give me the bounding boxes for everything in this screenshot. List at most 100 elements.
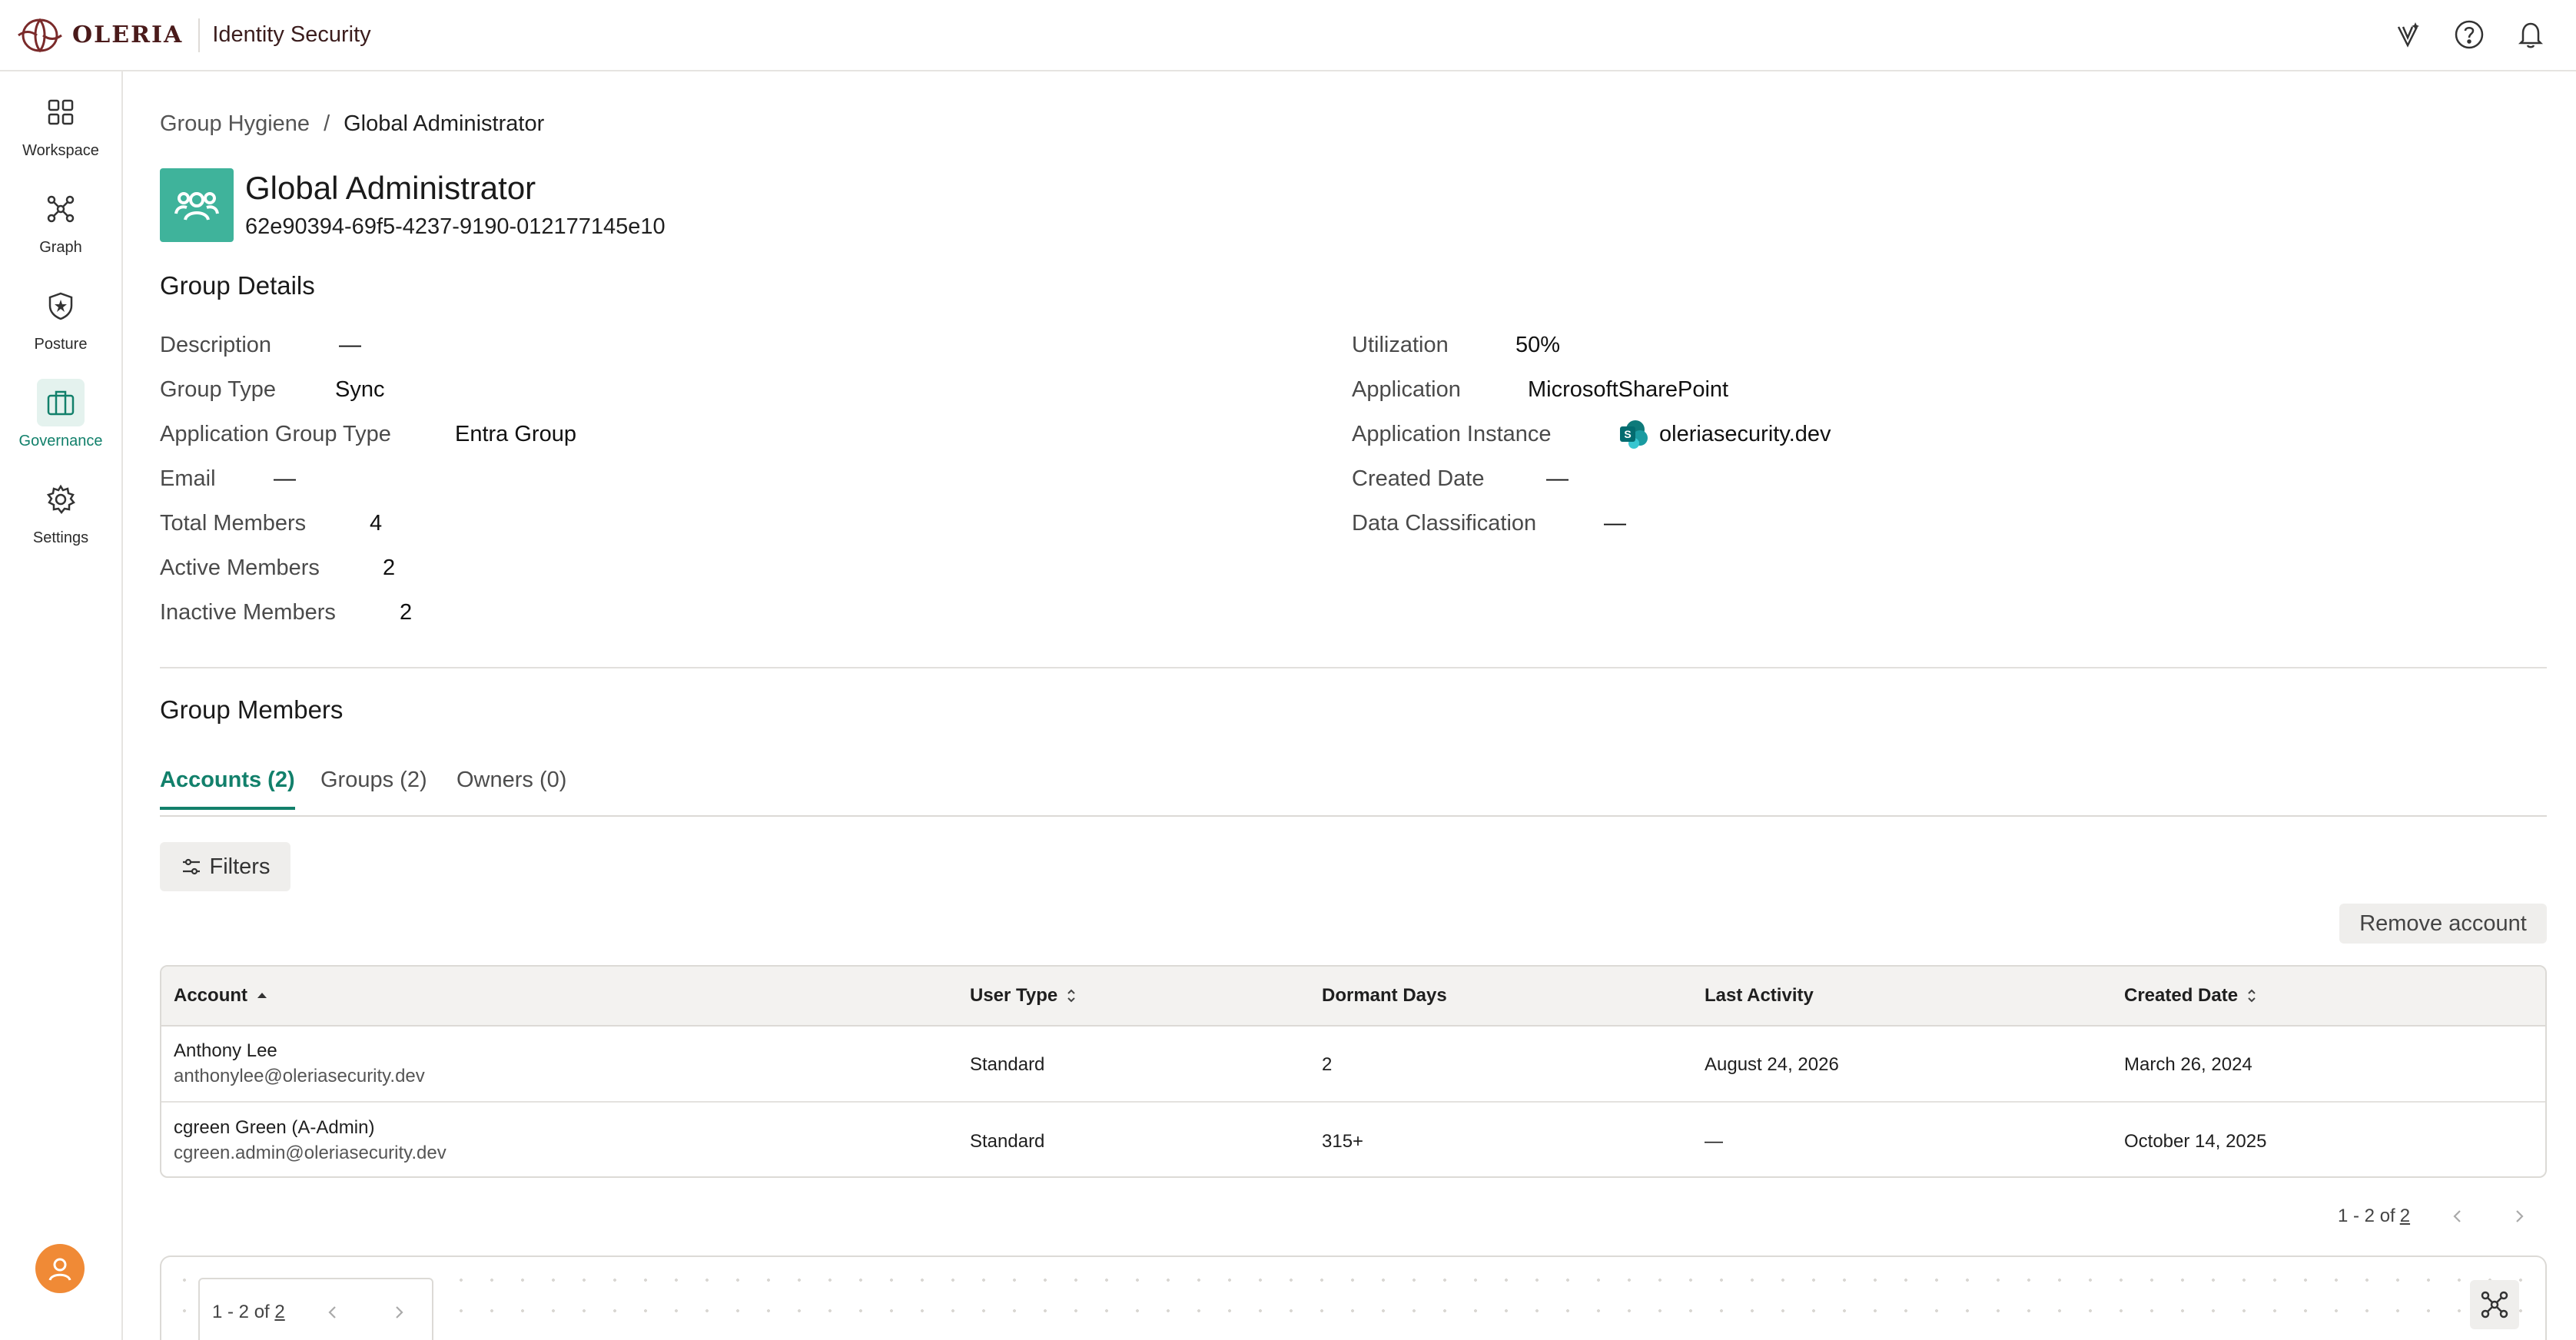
detail-description: Description — <box>160 333 361 358</box>
column-header-account[interactable]: Account <box>174 985 269 1007</box>
top-bar: OLERIA Identity Security <box>0 0 2576 71</box>
help-icon[interactable] <box>2452 17 2487 52</box>
table-row[interactable]: cgreen Green (A-Admin) cgreen.admin@oler… <box>161 1103 2545 1176</box>
table-row[interactable]: Anthony Lee anthonylee@oleriasecurity.de… <box>161 1027 2545 1103</box>
members-tabs: Accounts (2) Groups (2) Owners (0) <box>160 763 2547 817</box>
remove-account-button[interactable]: Remove account <box>2339 904 2547 944</box>
pagination-total[interactable]: 2 <box>2400 1206 2410 1227</box>
pagination-range: 1 - 2 of <box>2338 1206 2395 1226</box>
notifications-bell-icon[interactable] <box>2513 17 2548 52</box>
tab-groups[interactable]: Groups (2) <box>320 768 427 807</box>
detail-group-type: Group Type Sync <box>160 377 384 403</box>
detail-utilization: Utilization 50% <box>1352 333 1560 358</box>
sidebar-item-label: Governance <box>18 433 103 449</box>
detail-label: Active Members <box>160 556 320 580</box>
breadcrumb-current: Global Administrator <box>344 111 545 136</box>
detail-label: Inactive Members <box>160 600 336 625</box>
column-header-dormant-days[interactable]: Dormant Days <box>1322 985 1447 1007</box>
account-email: cgreen.admin@oleriasecurity.dev <box>174 1143 446 1163</box>
graph-view-button[interactable] <box>2470 1280 2519 1329</box>
graph-pagination: 1 - 2 of 2 <box>198 1278 433 1340</box>
column-header-last-activity[interactable]: Last Activity <box>1705 985 1814 1007</box>
detail-application-instance: Application Instance S oleriasecurity.de… <box>1352 419 1831 449</box>
gear-icon <box>37 476 85 523</box>
column-label: Account <box>174 985 247 1006</box>
previous-page-icon[interactable] <box>320 1300 345 1325</box>
column-header-user-type[interactable]: User Type <box>970 985 1077 1007</box>
next-page-icon[interactable] <box>2507 1204 2531 1229</box>
sliders-icon <box>182 858 200 875</box>
sort-icon <box>2248 989 2256 1003</box>
detail-email: Email — <box>160 466 296 492</box>
detail-value: Entra Group <box>455 422 576 446</box>
detail-data-classification: Data Classification — <box>1352 511 1626 536</box>
detail-label: Data Classification <box>1352 511 1537 536</box>
sidebar-item-graph[interactable]: Graph <box>0 185 121 257</box>
detail-application: Application MicrosoftSharePoint <box>1352 377 1728 403</box>
group-avatar-icon <box>160 168 234 242</box>
column-label: User Type <box>970 985 1058 1006</box>
breadcrumb-separator: / <box>324 111 330 136</box>
user-type-cell: Standard <box>970 1131 1045 1152</box>
brand-divider <box>198 18 201 52</box>
pagination-total[interactable]: 2 <box>274 1302 284 1322</box>
sharepoint-icon: S <box>1620 420 1648 449</box>
user-avatar[interactable] <box>35 1244 85 1293</box>
detail-label: Created Date <box>1352 466 1485 491</box>
detail-value: 2 <box>383 556 396 580</box>
shield-icon <box>37 282 85 330</box>
detail-application-group-type: Application Group Type Entra Group <box>160 422 576 447</box>
page-title: Global Administrator <box>245 170 536 206</box>
oleria-logo-icon <box>18 18 62 52</box>
group-id: 62e90394-69f5-4237-9190-012177145e10 <box>245 214 666 239</box>
detail-value: — <box>1546 466 1569 491</box>
detail-label: Email <box>160 466 216 491</box>
brand[interactable]: OLERIA <box>15 15 183 55</box>
breadcrumb: Group Hygiene / Global Administrator <box>160 111 544 137</box>
sidebar-item-label: Graph <box>39 239 82 256</box>
sidebar-item-label: Workspace <box>22 142 99 159</box>
product-name: Identity Security <box>212 22 371 47</box>
detail-value[interactable]: oleriasecurity.dev <box>1659 422 1831 447</box>
sort-icon <box>1067 989 1075 1003</box>
grid-icon <box>37 88 85 136</box>
detail-value: — <box>274 466 296 491</box>
sidebar-item-label: Posture <box>34 336 88 353</box>
ai-assistant-icon[interactable] <box>2390 17 2425 52</box>
graph-panel[interactable]: 1 - 2 of 2 <box>160 1255 2547 1340</box>
filters-label: Filters <box>209 854 271 879</box>
sidebar-item-label: Settings <box>32 529 89 546</box>
sidebar-item-workspace[interactable]: Workspace <box>0 88 121 160</box>
sidebar-item-posture[interactable]: Posture <box>0 282 121 353</box>
svg-text:S: S <box>1624 428 1631 440</box>
tab-owners[interactable]: Owners (0) <box>456 768 566 807</box>
previous-page-icon[interactable] <box>2445 1204 2470 1229</box>
user-icon <box>48 1258 71 1281</box>
detail-label: Group Type <box>160 377 277 402</box>
last-activity-cell: — <box>1705 1131 1723 1152</box>
graph-icon <box>2481 1291 2508 1318</box>
column-header-created-date[interactable]: Created Date <box>2124 985 2258 1007</box>
pagination-range: 1 - 2 of <box>212 1302 270 1322</box>
accounts-table: Account User Type Dormant Days Last Acti… <box>160 965 2547 1178</box>
tab-accounts[interactable]: Accounts (2) <box>160 768 295 810</box>
detail-label: Description <box>160 333 272 357</box>
detail-value: — <box>1604 511 1626 536</box>
dormant-days-cell: 315+ <box>1322 1131 1364 1152</box>
sidebar-item-governance[interactable]: Governance <box>0 379 121 450</box>
detail-value: Sync <box>335 377 385 402</box>
sidebar: Workspace Graph Posture Governance Setti… <box>0 71 123 1340</box>
next-page-icon[interactable] <box>387 1300 411 1325</box>
briefcase-icon <box>37 379 85 426</box>
account-name[interactable]: cgreen Green (A-Admin) <box>174 1117 374 1139</box>
account-email: anthonylee@oleriasecurity.dev <box>174 1066 425 1086</box>
breadcrumb-parent-link[interactable]: Group Hygiene <box>160 111 310 137</box>
column-label: Dormant Days <box>1322 985 1447 1006</box>
detail-total-members: Total Members 4 <box>160 511 382 536</box>
filters-button[interactable]: Filters <box>160 842 290 891</box>
account-name[interactable]: Anthony Lee <box>174 1040 277 1062</box>
sidebar-item-settings[interactable]: Settings <box>0 476 121 547</box>
sort-ascending-icon <box>257 993 267 998</box>
detail-label: Application Instance <box>1352 421 1552 446</box>
detail-label: Application Group Type <box>160 422 391 446</box>
